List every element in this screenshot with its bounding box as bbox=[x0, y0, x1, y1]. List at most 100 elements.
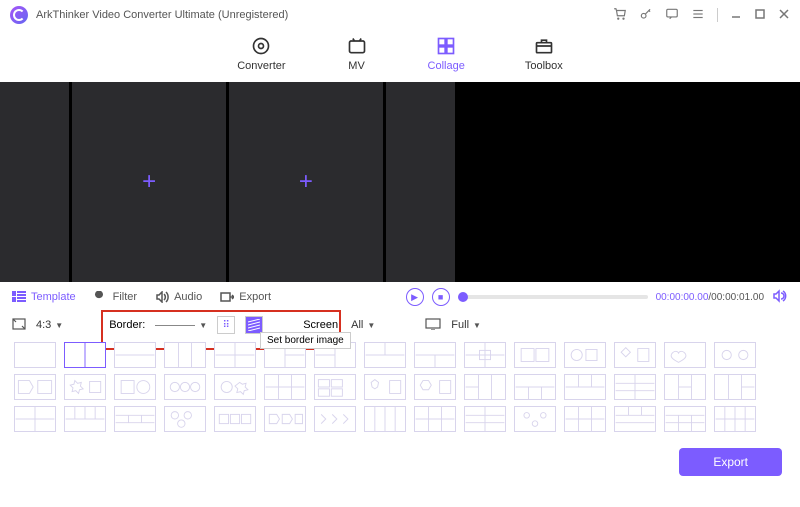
display-dropdown[interactable]: Full ▼ bbox=[451, 319, 481, 331]
ratio-icon bbox=[12, 318, 26, 333]
screen-label: Screen: bbox=[303, 319, 341, 331]
main-nav: Converter MV Collage Toolbox bbox=[0, 30, 800, 82]
template-item[interactable] bbox=[64, 342, 106, 368]
screen-dropdown[interactable]: All ▼ bbox=[351, 319, 375, 331]
chevron-down-icon: ▼ bbox=[473, 321, 481, 330]
add-media-icon: + bbox=[299, 168, 313, 196]
tab-audio[interactable]: Audio bbox=[155, 291, 202, 303]
template-item[interactable] bbox=[214, 406, 256, 432]
tab-export[interactable]: Export bbox=[220, 291, 271, 303]
aspect-ratio-dropdown[interactable]: 4:3 ▼ bbox=[36, 319, 63, 331]
template-item[interactable] bbox=[264, 406, 306, 432]
template-item[interactable] bbox=[664, 374, 706, 400]
template-item[interactable] bbox=[264, 374, 306, 400]
border-line-preview bbox=[155, 325, 195, 326]
timeline-knob[interactable] bbox=[458, 292, 468, 302]
nav-mv[interactable]: MV bbox=[346, 36, 368, 72]
playback-controls: ▶ ■ 00:00:00.00/00:00:01.00 bbox=[406, 288, 788, 306]
key-icon[interactable] bbox=[639, 7, 653, 24]
template-item[interactable] bbox=[514, 406, 556, 432]
tab-label: Filter bbox=[113, 291, 137, 303]
maximize-icon[interactable] bbox=[754, 8, 766, 23]
template-item[interactable] bbox=[614, 374, 656, 400]
template-item[interactable] bbox=[14, 342, 56, 368]
template-item[interactable] bbox=[114, 406, 156, 432]
template-item[interactable] bbox=[514, 342, 556, 368]
add-media-icon: + bbox=[142, 168, 156, 196]
timeline-slider[interactable] bbox=[458, 295, 648, 299]
template-item[interactable] bbox=[164, 374, 206, 400]
border-label: Border: bbox=[109, 319, 145, 331]
menu-icon[interactable] bbox=[691, 7, 705, 24]
tab-template[interactable]: Template bbox=[12, 291, 76, 303]
nav-label: Collage bbox=[428, 60, 465, 72]
close-icon[interactable] bbox=[778, 8, 790, 23]
template-item[interactable] bbox=[614, 406, 656, 432]
collage-slot[interactable] bbox=[0, 82, 69, 282]
nav-collage[interactable]: Collage bbox=[428, 36, 465, 72]
template-item[interactable] bbox=[414, 406, 456, 432]
preview-pane bbox=[695, 82, 800, 282]
template-item[interactable] bbox=[414, 342, 456, 368]
template-item[interactable] bbox=[614, 342, 656, 368]
collage-slot[interactable] bbox=[386, 82, 455, 282]
stop-button[interactable]: ■ bbox=[432, 288, 450, 306]
mv-icon bbox=[346, 36, 368, 56]
template-item[interactable] bbox=[64, 406, 106, 432]
tab-label: Template bbox=[31, 291, 76, 303]
preview-pane bbox=[458, 82, 692, 282]
app-logo-icon bbox=[10, 6, 28, 24]
minimize-icon[interactable] bbox=[730, 8, 742, 23]
template-item[interactable] bbox=[564, 342, 606, 368]
template-item[interactable] bbox=[514, 374, 556, 400]
feedback-icon[interactable] bbox=[665, 7, 679, 24]
export-button[interactable]: Export bbox=[679, 448, 782, 476]
template-item[interactable] bbox=[64, 374, 106, 400]
border-color-button[interactable]: ⠿ bbox=[217, 316, 235, 334]
template-item[interactable] bbox=[214, 342, 256, 368]
screen-value: All bbox=[351, 319, 363, 331]
template-item[interactable] bbox=[114, 342, 156, 368]
template-item[interactable] bbox=[364, 406, 406, 432]
template-item[interactable] bbox=[464, 342, 506, 368]
template-item[interactable] bbox=[314, 374, 356, 400]
play-button[interactable]: ▶ bbox=[406, 288, 424, 306]
nav-label: Toolbox bbox=[525, 60, 563, 72]
template-grid bbox=[0, 342, 800, 438]
template-item[interactable] bbox=[214, 374, 256, 400]
collage-slot[interactable]: + bbox=[229, 82, 383, 282]
preview-output bbox=[458, 82, 800, 282]
collage-slot[interactable]: + bbox=[72, 82, 226, 282]
template-item[interactable] bbox=[714, 342, 756, 368]
sub-controls: Template Filter Audio Export ▶ ■ 00:00:0… bbox=[0, 282, 800, 312]
template-item[interactable] bbox=[464, 406, 506, 432]
tab-label: Export bbox=[239, 291, 271, 303]
template-item[interactable] bbox=[664, 406, 706, 432]
template-item[interactable] bbox=[14, 406, 56, 432]
tab-filter[interactable]: Filter bbox=[94, 291, 137, 303]
template-item[interactable] bbox=[664, 342, 706, 368]
template-item[interactable] bbox=[164, 406, 206, 432]
toolbox-icon bbox=[533, 36, 555, 56]
template-item[interactable] bbox=[714, 406, 756, 432]
border-style-dropdown[interactable]: ▼ bbox=[155, 321, 207, 330]
display-icon bbox=[425, 318, 441, 333]
template-item[interactable] bbox=[564, 406, 606, 432]
separator bbox=[717, 8, 718, 22]
cart-icon[interactable] bbox=[613, 7, 627, 24]
template-item[interactable] bbox=[114, 374, 156, 400]
volume-icon[interactable] bbox=[772, 289, 788, 306]
template-item[interactable] bbox=[364, 342, 406, 368]
template-item[interactable] bbox=[314, 406, 356, 432]
ratio-value: 4:3 bbox=[36, 319, 51, 331]
template-item[interactable] bbox=[164, 342, 206, 368]
time-display: 00:00:00.00/00:00:01.00 bbox=[656, 292, 764, 303]
template-item[interactable] bbox=[364, 374, 406, 400]
nav-toolbox[interactable]: Toolbox bbox=[525, 36, 563, 72]
template-item[interactable] bbox=[464, 374, 506, 400]
template-item[interactable] bbox=[14, 374, 56, 400]
template-item[interactable] bbox=[714, 374, 756, 400]
template-item[interactable] bbox=[414, 374, 456, 400]
nav-converter[interactable]: Converter bbox=[237, 36, 285, 72]
template-item[interactable] bbox=[564, 374, 606, 400]
